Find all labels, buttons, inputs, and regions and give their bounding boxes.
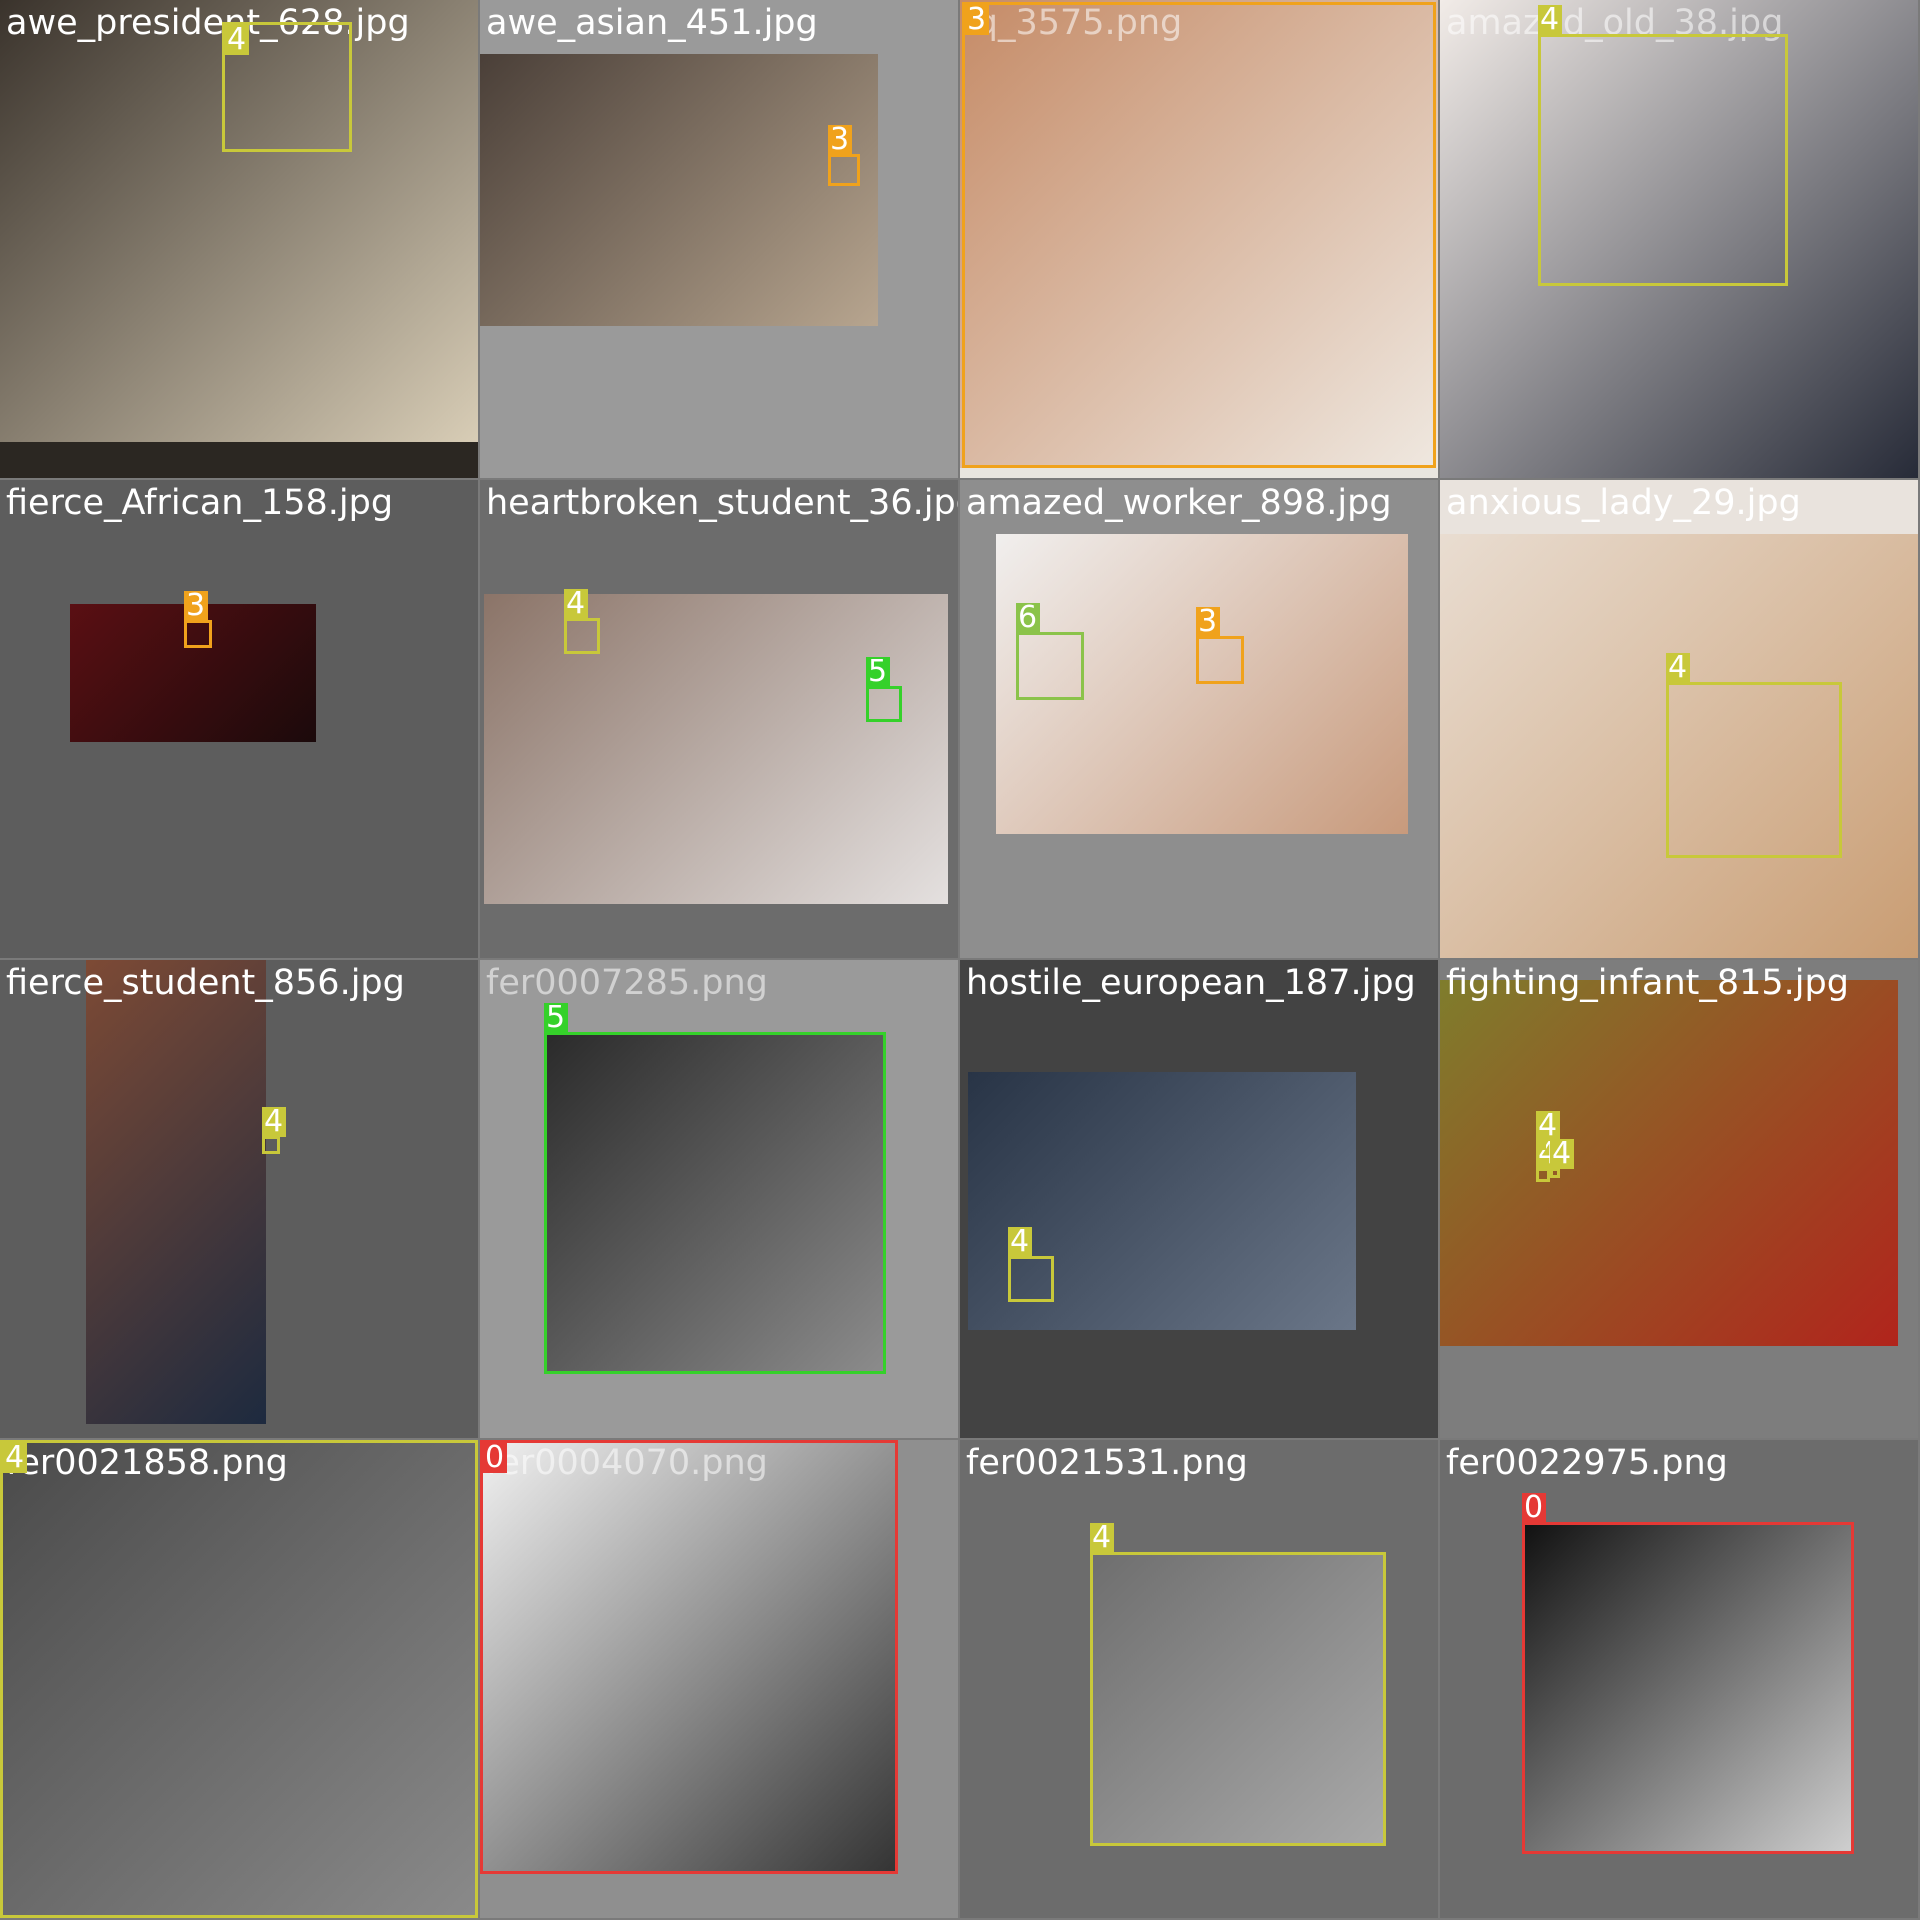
tile-filename: anxious_lady_29.jpg bbox=[1446, 483, 1801, 523]
detection-box: 4 bbox=[564, 589, 600, 654]
tile-filename: fighting_infant_815.jpg bbox=[1446, 963, 1849, 1003]
class-label-badge: 4 bbox=[564, 589, 588, 619]
detection-box: 6 bbox=[1016, 603, 1084, 700]
mosaic-tile: fer0022975.png 0 bbox=[1440, 1440, 1918, 1918]
tile-filename: awe_asian_451.jpg bbox=[486, 3, 818, 43]
class-label-badge: 3 bbox=[828, 125, 852, 155]
mosaic-tile: awe_president_628.jpg 4 bbox=[0, 0, 478, 478]
class-label-badge: 3 bbox=[1196, 607, 1220, 637]
class-label-badge: 5 bbox=[544, 1003, 568, 1033]
mosaic-tile: amazed_old_38.jpg 4 bbox=[1440, 0, 1918, 478]
detection-box: 3 bbox=[828, 125, 860, 186]
photo-thumbnail bbox=[86, 960, 266, 1424]
mosaic-tile: fierce_African_158.jpg 3 bbox=[0, 480, 478, 958]
photo-thumbnail bbox=[484, 594, 948, 904]
detection-box: 4 bbox=[1536, 1111, 1560, 1150]
tile-filename: fer0022975.png bbox=[1446, 1443, 1728, 1483]
mosaic-tile: anxious_lady_29.jpg 4 bbox=[1440, 480, 1918, 958]
detection-box: 4 bbox=[1666, 653, 1842, 858]
mosaic-tile: fer0021531.png 4 bbox=[960, 1440, 1438, 1918]
class-label-badge: 4 bbox=[1538, 5, 1562, 35]
tile-filename: heartbroken_student_36.jpg bbox=[486, 483, 958, 523]
mosaic-tile: fighting_infant_815.jpg 4 4 4 bbox=[1440, 960, 1918, 1438]
class-label-badge: 0 bbox=[483, 1443, 507, 1473]
detection-box: 0 bbox=[480, 1440, 898, 1874]
class-label-badge: 4 bbox=[1090, 1523, 1114, 1553]
photo-thumbnail bbox=[1440, 980, 1898, 1346]
class-label-badge: 6 bbox=[1016, 603, 1040, 633]
detection-box: 5 bbox=[544, 1003, 886, 1374]
detection-box: 3 bbox=[1196, 607, 1244, 684]
tile-filename: fierce_student_856.jpg bbox=[6, 963, 405, 1003]
tile-filename: fer0007285.png bbox=[486, 963, 768, 1003]
photo-thumbnail bbox=[480, 54, 878, 326]
prediction-mosaic: awe_president_628.jpg 4 awe_asian_451.jpg 3… bbox=[0, 0, 1920, 1920]
class-label-badge: 0 bbox=[1522, 1493, 1546, 1523]
class-label-badge: 4 bbox=[1666, 653, 1690, 683]
mosaic-tile: fierce_student_856.jpg 4 bbox=[0, 960, 478, 1438]
class-label-badge: 3 bbox=[965, 5, 989, 35]
tile-filename: hostile_european_187.jpg bbox=[966, 963, 1416, 1003]
tile-filename: fer0021531.png bbox=[966, 1443, 1248, 1483]
detection-box: 3 bbox=[962, 2, 1436, 468]
tile-filename: amazed_worker_898.jpg bbox=[966, 483, 1392, 523]
mosaic-tile: fer0021858.png 4 bbox=[0, 1440, 478, 1918]
class-label-badge: 4 bbox=[262, 1107, 286, 1137]
class-label-badge: 4 bbox=[1550, 1139, 1574, 1169]
class-label-badge: 3 bbox=[184, 591, 208, 621]
detection-box: 4 bbox=[0, 1440, 478, 1918]
class-label-badge: 5 bbox=[866, 657, 890, 687]
detection-box: 5 bbox=[866, 657, 902, 722]
detection-box: 4 bbox=[1008, 1227, 1054, 1302]
detection-box: 4 bbox=[222, 22, 352, 152]
detection-box: 3 bbox=[184, 591, 212, 648]
class-label-badge: 4 bbox=[225, 25, 249, 55]
mosaic-tile: hostile_european_187.jpg 4 bbox=[960, 960, 1438, 1438]
mosaic-tile: heartbroken_student_36.jpg 4 5 bbox=[480, 480, 958, 958]
mosaic-tile: amazed_worker_898.jpg 6 3 bbox=[960, 480, 1438, 958]
mosaic-tile: awe_asian_451.jpg 3 bbox=[480, 0, 958, 478]
detection-box: 4 bbox=[1538, 5, 1788, 286]
detection-box: 0 bbox=[1522, 1493, 1854, 1854]
detection-box: 4 bbox=[262, 1107, 286, 1154]
detection-box: 4 bbox=[1550, 1139, 1574, 1178]
class-label-badge: 4 bbox=[1008, 1227, 1032, 1257]
class-label-badge: 4 bbox=[3, 1443, 27, 1473]
mosaic-tile: fer0004070.png 0 bbox=[480, 1440, 958, 1918]
tile-filename: fierce_African_158.jpg bbox=[6, 483, 394, 523]
mosaic-tile: fer0007285.png 5 bbox=[480, 960, 958, 1438]
mosaic-tile: iq_3575.png 3 bbox=[960, 0, 1438, 478]
detection-box: 4 bbox=[1090, 1523, 1386, 1846]
detection-box: 4 bbox=[1536, 1139, 1560, 1182]
